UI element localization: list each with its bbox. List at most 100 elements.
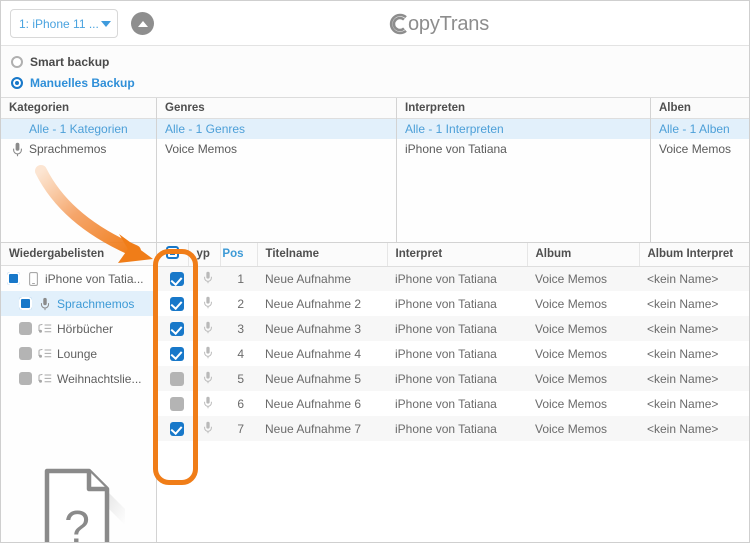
playlist-checkbox-unchecked-icon[interactable]	[19, 322, 32, 335]
row-checkbox-cell[interactable]	[157, 391, 188, 416]
pane-kategorien-row-all-label: Alle - 1 Kategorien	[29, 122, 128, 136]
playlist-item-weihnachtslieder[interactable]: Weihnachtslie...	[1, 366, 156, 391]
table-row[interactable]: 1 Neue Aufnahme iPhone von Tatiana Voice Me…	[157, 266, 749, 291]
microphone-icon	[9, 142, 25, 157]
table-row[interactable]: 7 Neue Aufnahme 7 iPhone von Tatiana Voice …	[157, 416, 749, 441]
row-artist-cell: iPhone von Tatiana	[387, 341, 527, 366]
manual-backup-label: Manuelles Backup	[30, 75, 135, 90]
row-album-artist-cell: <kein Name>	[639, 416, 749, 441]
tracks-header-album-interpret[interactable]: Album Interpret	[639, 243, 749, 267]
pane-alben: Alben Alle - 1 Alben Voice Memos	[651, 98, 749, 243]
row-album-artist-cell: <kein Name>	[639, 366, 749, 391]
row-type-cell	[188, 291, 220, 316]
row-checkbox-cell[interactable]	[157, 291, 188, 316]
row-album-artist-cell: <kein Name>	[639, 316, 749, 341]
row-album-cell: Voice Memos	[527, 266, 639, 291]
pane-kategorien-title: Kategorien	[1, 98, 156, 119]
tracks-header-album[interactable]: Album	[527, 243, 640, 267]
row-artist-cell: iPhone von Tatiana	[387, 266, 527, 291]
playlists-sidebar: Wiedergabelisten iPhone von Tatia... Spr…	[1, 243, 157, 542]
pane-alben-row-all-label: Alle - 1 Alben	[659, 122, 730, 136]
tracks-header-typ[interactable]: yp	[188, 243, 221, 267]
playlist-checkbox-checked-icon[interactable]	[7, 272, 20, 285]
document-question-icon: ?	[39, 465, 135, 542]
row-title-cell: Neue Aufnahme	[257, 266, 387, 291]
tracks-table-container: yp Pos Titelname Interpret Album Album I…	[157, 243, 749, 542]
row-checkbox-checked-icon[interactable]	[169, 346, 184, 361]
pane-kategorien-row-sprachmemos[interactable]: Sprachmemos	[1, 139, 156, 159]
pane-alben-row-voice-memos[interactable]: Voice Memos	[651, 139, 749, 159]
microphone-icon	[203, 421, 213, 437]
table-row[interactable]: 2 Neue Aufnahme 2 iPhone von Tatiana Voice …	[157, 291, 749, 316]
microphone-icon	[37, 297, 53, 311]
row-type-cell	[188, 341, 220, 366]
row-checkbox-cell[interactable]	[157, 366, 188, 391]
row-pos-cell: 1	[220, 266, 257, 291]
radio-unselected-icon	[11, 55, 23, 68]
copytrans-window: 1: iPhone 11 ... opyTrans Smart backup M…	[0, 0, 750, 543]
phone-icon	[25, 271, 41, 286]
pane-interpreten-row-all[interactable]: Alle - 1 Interpreten	[397, 119, 650, 139]
row-checkbox-unchecked-icon[interactable]	[169, 371, 184, 386]
title-bar: 1: iPhone 11 ... opyTrans	[1, 1, 749, 46]
row-artist-cell: iPhone von Tatiana	[387, 366, 527, 391]
tracks-header-pos[interactable]: Pos	[220, 243, 258, 267]
pane-genres-row-voice-memos-label: Voice Memos	[165, 142, 238, 156]
manual-backup-radio[interactable]: Manuelles Backup	[11, 72, 135, 93]
chevron-down-icon	[101, 20, 111, 27]
playlists-title: Wiedergabelisten	[1, 243, 156, 266]
playlist-item-hoerbuecher[interactable]: Hörbücher	[1, 316, 156, 341]
playlist-checkbox-unchecked-icon[interactable]	[19, 347, 32, 360]
browser-panes: Kategorien Alle - 1 Kategorien Sprachmem…	[1, 98, 749, 243]
row-checkbox-checked-icon[interactable]	[169, 272, 184, 287]
row-pos-cell: 4	[220, 341, 257, 366]
pane-alben-row-all[interactable]: Alle - 1 Alben	[651, 119, 749, 139]
row-checkbox-cell[interactable]	[157, 416, 188, 441]
pane-interpreten-row-iphone[interactable]: iPhone von Tatiana	[397, 139, 650, 159]
pane-genres-row-voice-memos[interactable]: Voice Memos	[157, 139, 396, 159]
row-album-cell: Voice Memos	[527, 341, 639, 366]
playlist-icon	[37, 323, 53, 335]
playlist-item-sprachmemos[interactable]: Sprachmemos	[1, 291, 156, 316]
tracks-header-interpret[interactable]: Interpret	[387, 243, 528, 267]
device-selector[interactable]: 1: iPhone 11 ...	[10, 9, 118, 38]
row-checkbox-checked-icon[interactable]	[169, 296, 184, 311]
row-type-cell	[188, 366, 220, 391]
row-album-artist-cell: <kein Name>	[639, 341, 749, 366]
playlist-item-weihnachtslieder-label: Weihnachtslie...	[57, 371, 142, 386]
table-row[interactable]: 3 Neue Aufnahme 3 iPhone von Tatiana Voice …	[157, 316, 749, 341]
playlist-checkbox-unchecked-icon[interactable]	[19, 372, 32, 385]
row-pos-cell: 5	[220, 366, 257, 391]
row-checkbox-cell[interactable]	[157, 316, 188, 341]
row-checkbox-checked-icon[interactable]	[169, 321, 184, 336]
playlist-checkbox-checked-icon[interactable]	[19, 297, 32, 310]
table-row[interactable]: 5 Neue Aufnahme 5 iPhone von Tatiana Voice …	[157, 366, 749, 391]
microphone-icon	[203, 296, 213, 312]
tracks-select-all-header[interactable]	[157, 243, 189, 267]
playlist-item-device-label: iPhone von Tatia...	[45, 271, 144, 286]
pane-alben-title: Alben	[651, 98, 749, 119]
radio-selected-icon	[11, 76, 23, 89]
main-toolbar: Smart backup Manuelles Backup iTunes	[1, 46, 749, 138]
row-checkbox-cell[interactable]	[157, 341, 188, 366]
row-title-cell: Neue Aufnahme 7	[257, 416, 387, 441]
select-all-checkbox-partial-icon[interactable]	[165, 246, 179, 260]
row-checkbox-unchecked-icon[interactable]	[169, 396, 184, 411]
pane-genres-row-all[interactable]: Alle - 1 Genres	[157, 119, 396, 139]
smart-backup-radio[interactable]: Smart backup	[11, 51, 135, 72]
tracks-header-titelname[interactable]: Titelname	[257, 243, 388, 267]
table-row[interactable]: 4 Neue Aufnahme 4 iPhone von Tatiana Voice …	[157, 341, 749, 366]
row-checkbox-checked-icon[interactable]	[169, 421, 184, 436]
pane-kategorien-row-all[interactable]: Alle - 1 Kategorien	[1, 119, 156, 139]
smart-backup-label: Smart backup	[30, 54, 110, 69]
playlist-item-sprachmemos-label: Sprachmemos	[57, 296, 135, 311]
copytrans-logo-text: opyTrans	[408, 12, 490, 35]
playlist-item-device[interactable]: iPhone von Tatia...	[1, 266, 156, 291]
playlist-item-lounge[interactable]: Lounge	[1, 341, 156, 366]
eject-button[interactable]	[131, 12, 154, 35]
pane-genres: Genres Alle - 1 Genres Voice Memos	[157, 98, 397, 243]
table-row[interactable]: 6 Neue Aufnahme 6 iPhone von Tatiana Voice …	[157, 391, 749, 416]
row-checkbox-cell[interactable]	[157, 266, 188, 291]
microphone-icon	[203, 321, 213, 337]
pane-alben-row-voice-memos-label: Voice Memos	[659, 142, 732, 156]
